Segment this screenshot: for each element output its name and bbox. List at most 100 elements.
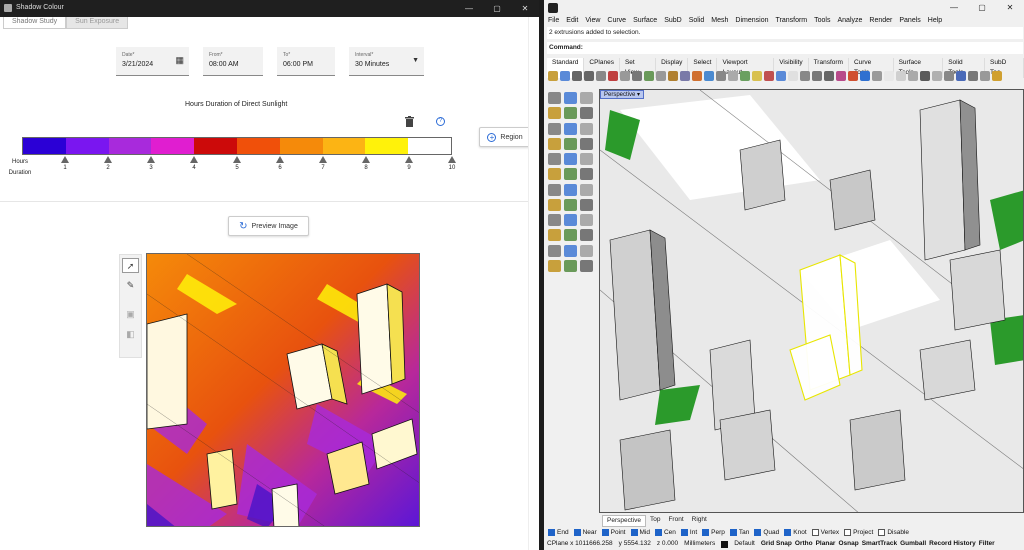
side-tool-icon[interactable] <box>580 214 593 226</box>
scale-tick-4[interactable]: 4 <box>188 156 200 171</box>
tick-marker-icon[interactable] <box>362 156 370 163</box>
minimize-icon[interactable]: — <box>940 0 968 16</box>
toolbar-tool-icon[interactable] <box>968 71 978 81</box>
osnap-near[interactable]: Near <box>573 529 597 536</box>
side-tool-icon[interactable] <box>548 137 561 150</box>
toolbar-tool-icon[interactable] <box>908 71 918 81</box>
side-tool-icon[interactable] <box>580 229 593 242</box>
toolbar-tool-icon[interactable] <box>680 71 690 81</box>
side-tool-icon[interactable] <box>580 168 593 181</box>
layer-swatch[interactable] <box>721 541 729 548</box>
side-tool-icon[interactable] <box>564 229 577 242</box>
osnap-quad[interactable]: Quad <box>754 529 779 536</box>
checkbox-icon[interactable] <box>754 529 762 536</box>
side-tool-icon[interactable] <box>580 92 593 104</box>
menu-curve[interactable]: Curve <box>607 17 626 24</box>
viewport-label[interactable]: Perspective ▾ <box>600 90 645 99</box>
toolbar-tool-icon[interactable] <box>956 71 966 81</box>
minimize-icon[interactable]: — <box>455 0 483 17</box>
menu-dimension[interactable]: Dimension <box>735 17 768 24</box>
toolbar-tool-icon[interactable] <box>596 71 606 81</box>
toolbar-tool-icon[interactable] <box>560 71 570 81</box>
scale-tick-8[interactable]: 8 <box>360 156 372 171</box>
osnap-int[interactable]: Int <box>680 529 697 536</box>
side-tool-icon[interactable] <box>548 259 561 272</box>
side-tool-icon[interactable] <box>548 229 561 242</box>
toolbar-tool-icon[interactable] <box>800 71 810 81</box>
scale-tick-3[interactable]: 3 <box>145 156 157 171</box>
side-tool-icon[interactable] <box>564 137 577 150</box>
checkbox-icon[interactable] <box>784 529 792 536</box>
preview-image-button[interactable]: ↻ Preview Image <box>228 216 309 236</box>
scale-tick-9[interactable]: 9 <box>403 156 415 171</box>
side-tool-icon[interactable] <box>548 107 561 120</box>
side-tool-icon[interactable] <box>548 244 561 257</box>
toolbar-tool-icon[interactable] <box>980 71 990 81</box>
side-tool-icon[interactable] <box>564 259 577 272</box>
side-tool-icon[interactable] <box>548 92 561 104</box>
side-tool-icon[interactable] <box>564 107 577 120</box>
toolbar-tool-icon[interactable] <box>932 71 942 81</box>
toolbar-tool-icon[interactable] <box>848 71 858 81</box>
close-icon[interactable]: ✕ <box>996 0 1024 16</box>
toolbar-tool-icon[interactable] <box>872 71 882 81</box>
region-button[interactable]: + Region <box>479 127 531 147</box>
status-toggle-planar[interactable]: Planar <box>816 540 836 550</box>
help-icon[interactable]: ? <box>436 117 445 126</box>
menu-file[interactable]: File <box>548 17 559 24</box>
scale-tick-6[interactable]: 6 <box>274 156 286 171</box>
osnap-point[interactable]: Point <box>601 529 626 536</box>
side-tool-icon[interactable] <box>548 153 561 165</box>
status-toggle-grid-snap[interactable]: Grid Snap <box>761 540 792 550</box>
toolbar-tool-icon[interactable] <box>776 71 786 81</box>
to-time-field[interactable]: To* 06:00 PM <box>277 47 335 76</box>
tick-marker-icon[interactable] <box>405 156 413 163</box>
toolbar-tool-icon[interactable] <box>644 71 654 81</box>
side-tool-icon[interactable] <box>564 92 577 104</box>
toolbar-tool-icon[interactable] <box>668 71 678 81</box>
dropdown-arrow-icon[interactable]: ▼ <box>412 57 419 64</box>
side-tool-icon[interactable] <box>564 198 577 211</box>
menu-panels[interactable]: Panels <box>899 17 920 24</box>
scale-tick-2[interactable]: 2 <box>102 156 114 171</box>
side-tool-icon[interactable] <box>580 122 593 135</box>
side-tool-icon[interactable] <box>548 183 561 196</box>
toolbar-tool-icon[interactable] <box>728 71 738 81</box>
osnap-mid[interactable]: Mid <box>630 529 650 536</box>
status-toggle-ortho[interactable]: Ortho <box>795 540 813 550</box>
side-tool-icon[interactable] <box>564 214 577 226</box>
scale-tick-10[interactable]: 10 <box>446 156 458 171</box>
menu-tools[interactable]: Tools <box>814 17 830 24</box>
tick-marker-icon[interactable] <box>233 156 241 163</box>
checkbox-icon[interactable] <box>680 529 688 536</box>
calendar-icon[interactable]: ▦ <box>175 55 184 66</box>
side-tool-icon[interactable] <box>580 107 593 120</box>
toolbar-tool-icon[interactable] <box>620 71 630 81</box>
toolbar-tool-icon[interactable] <box>740 71 750 81</box>
menu-help[interactable]: Help <box>928 17 942 24</box>
scale-tick-7[interactable]: 7 <box>317 156 329 171</box>
osnap-tan[interactable]: Tan <box>729 529 749 536</box>
tab-sun-exposure[interactable]: Sun Exposure <box>66 17 129 29</box>
viewport-tab-front[interactable]: Front <box>664 515 687 527</box>
interval-select[interactable]: Interval* 30 Minutes ▼ <box>349 47 424 76</box>
osnap-end[interactable]: End <box>548 529 569 536</box>
checkbox-icon[interactable] <box>573 529 581 536</box>
checkbox-icon[interactable] <box>630 529 638 536</box>
osnap-perp[interactable]: Perp <box>702 529 725 536</box>
toolbar-tool-icon[interactable] <box>812 71 822 81</box>
toolbar-tool-icon[interactable] <box>548 71 558 81</box>
scale-tick-5[interactable]: 5 <box>231 156 243 171</box>
perspective-viewport[interactable]: Perspective ▾ <box>599 89 1024 513</box>
menu-view[interactable]: View <box>585 17 600 24</box>
menu-edit[interactable]: Edit <box>566 17 578 24</box>
viewport-tab-top[interactable]: Top <box>646 515 664 527</box>
close-icon[interactable]: ✕ <box>511 0 539 17</box>
toolbar-tool-icon[interactable] <box>920 71 930 81</box>
checkbox-icon[interactable] <box>654 529 662 536</box>
osnap-cen[interactable]: Cen <box>654 529 676 536</box>
tick-marker-icon[interactable] <box>190 156 198 163</box>
menu-render[interactable]: Render <box>869 17 892 24</box>
tab-shadow-study[interactable]: Shadow Study <box>3 17 67 29</box>
command-prompt[interactable]: Command: <box>547 42 1023 54</box>
